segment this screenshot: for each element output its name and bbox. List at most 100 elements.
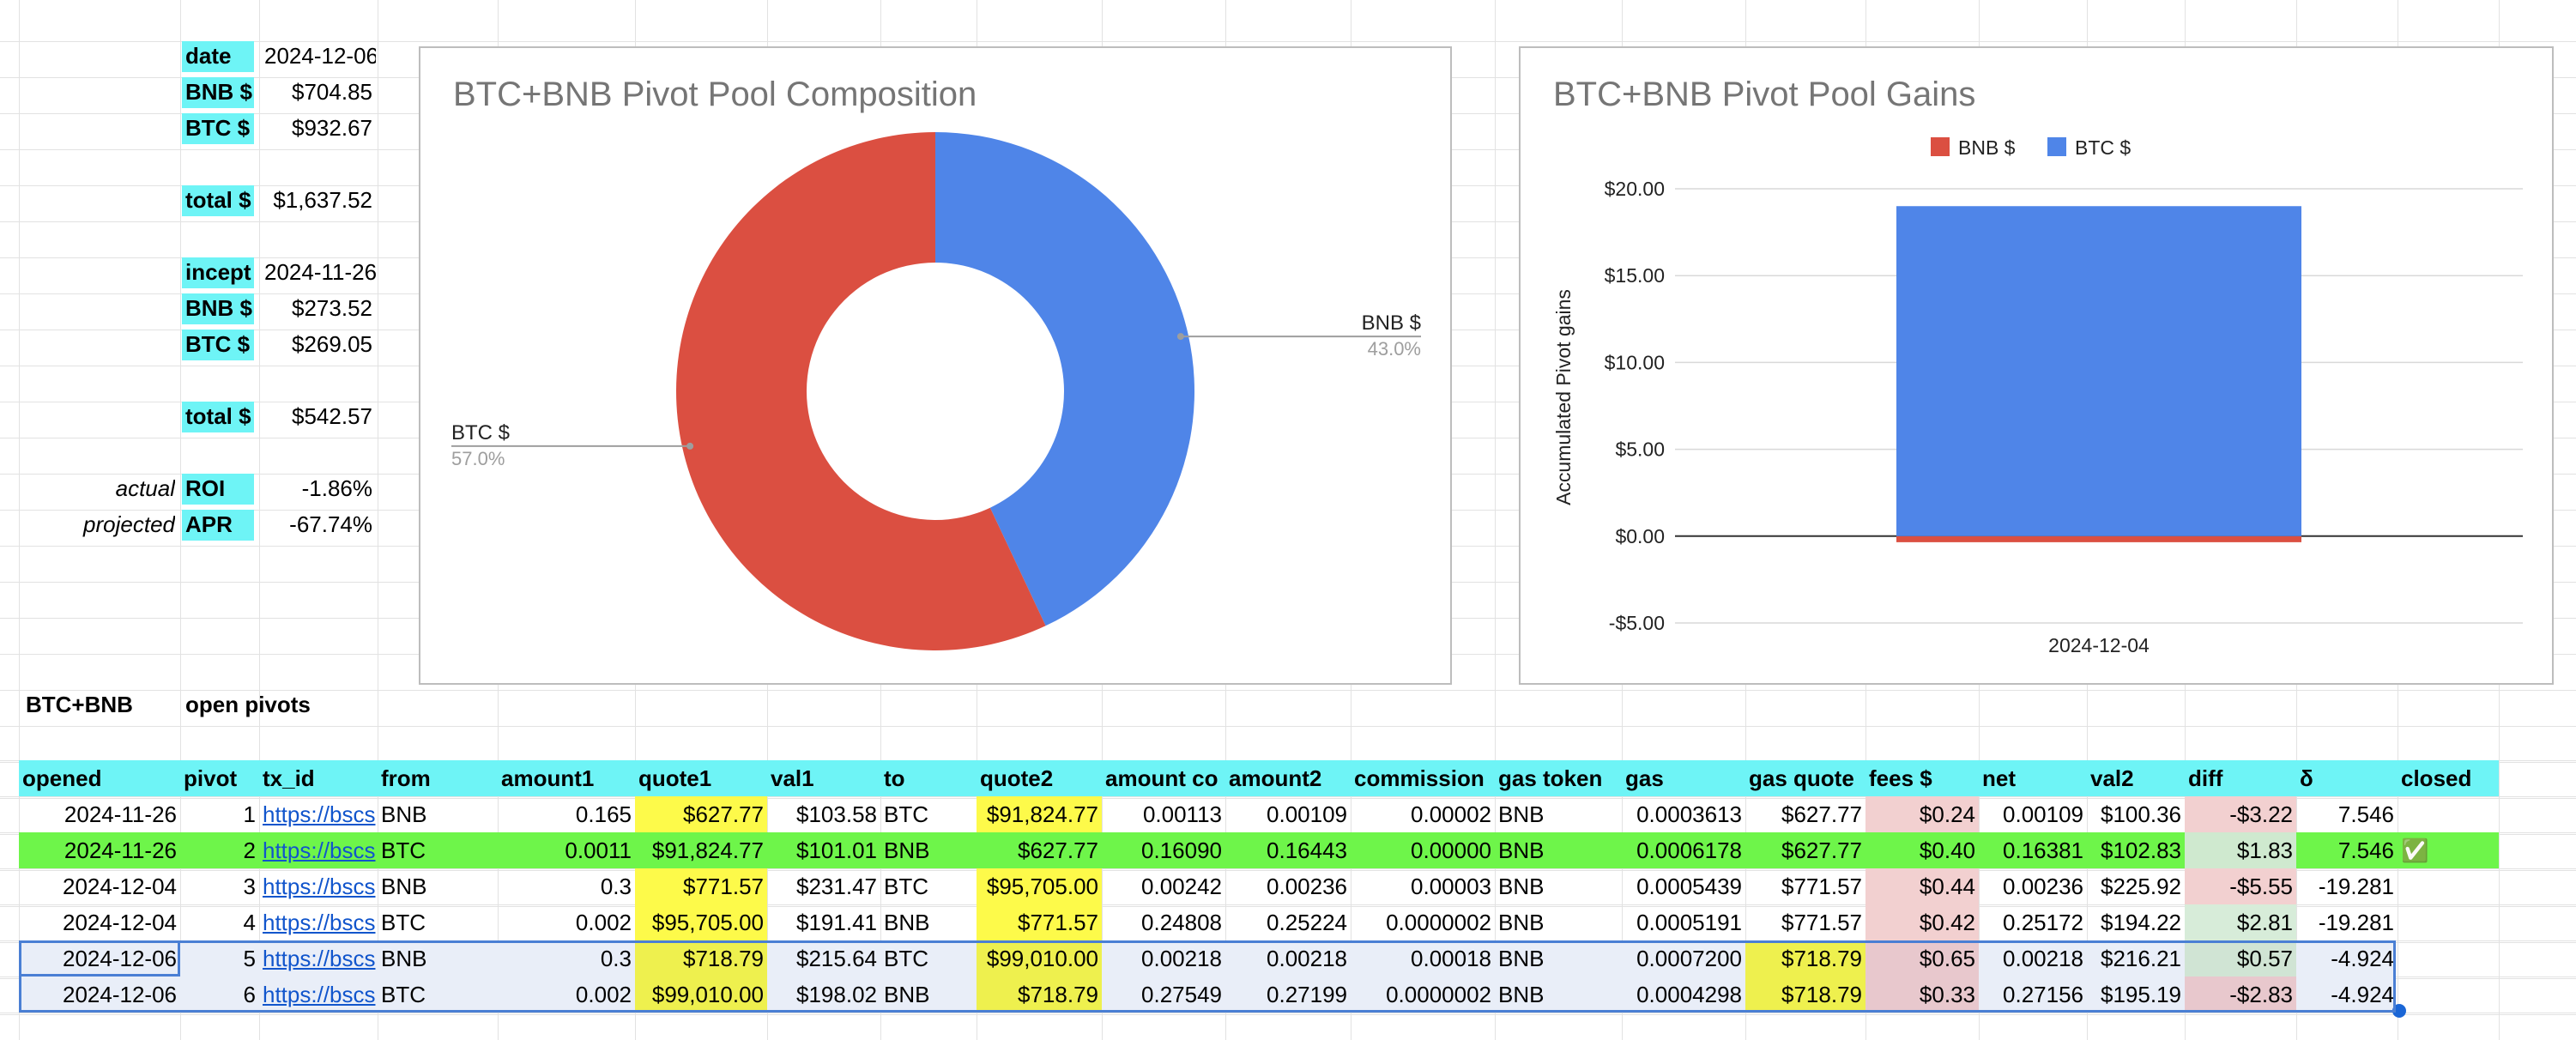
incept-value[interactable]: 2024-11-26 <box>263 257 376 288</box>
table-cell[interactable]: BNB <box>1495 832 1622 868</box>
closed-checkbox[interactable]: ✅ <box>2398 832 2499 868</box>
table-cell[interactable]: $718.79 <box>635 940 767 977</box>
table-cell[interactable]: $95,705.00 <box>977 868 1102 904</box>
table-cell[interactable]: $225.92 <box>2087 868 2185 904</box>
table-cell[interactable]: $627.77 <box>977 832 1102 868</box>
table-cell[interactable]: BNB <box>1495 977 1622 1013</box>
table-cell[interactable]: $103.58 <box>767 796 880 832</box>
table-cell[interactable]: 0.0007200 <box>1622 940 1745 977</box>
table-cell[interactable]: -19.281 <box>2296 868 2398 904</box>
table-cell[interactable]: $231.47 <box>767 868 880 904</box>
table-cell[interactable]: $771.57 <box>635 868 767 904</box>
gains-chart[interactable]: BTC+BNB Pivot Pool Gains $20.00 $15.00 $10… <box>1519 46 2554 685</box>
column-header[interactable]: quote1 <box>635 760 767 796</box>
table-cell[interactable]: $627.77 <box>1745 796 1865 832</box>
apr-value[interactable]: -67.74% <box>263 510 376 541</box>
table-cell[interactable]: 0.00242 <box>1102 868 1225 904</box>
table-cell[interactable]: BNB <box>378 868 498 904</box>
table-cell[interactable]: $771.57 <box>1745 868 1865 904</box>
column-header[interactable]: δ <box>2296 760 2398 796</box>
table-cell[interactable]: 0.0006178 <box>1622 832 1745 868</box>
table-cell[interactable]: 0.0003613 <box>1622 796 1745 832</box>
btc-value[interactable]: $932.67 <box>263 113 376 144</box>
column-header[interactable]: pivot <box>180 760 259 796</box>
table-cell[interactable]: BTC <box>378 832 498 868</box>
tx-link[interactable]: https://bscs <box>259 868 378 904</box>
table-cell[interactable]: BNB <box>1495 904 1622 940</box>
column-header[interactable]: to <box>880 760 977 796</box>
table-cell[interactable]: 0.00002 <box>1351 796 1495 832</box>
table-cell[interactable]: 0.3 <box>498 868 635 904</box>
table-cell[interactable]: 2024-12-06 <box>19 977 180 1013</box>
column-header[interactable]: opened <box>19 760 180 796</box>
tx-link[interactable]: https://bscs <box>259 904 378 940</box>
table-cell[interactable]: 0.27549 <box>1102 977 1225 1013</box>
table-cell[interactable]: $91,824.77 <box>635 832 767 868</box>
table-cell[interactable]: 0.002 <box>498 904 635 940</box>
table-cell[interactable]: 0.16090 <box>1102 832 1225 868</box>
composition-chart[interactable]: BTC+BNB Pivot Pool Composition BNB $43.0… <box>419 46 1452 685</box>
table-cell[interactable]: 2024-12-06 <box>19 940 180 977</box>
column-header[interactable]: fees $ <box>1865 760 1979 796</box>
table-cell[interactable]: $102.83 <box>2087 832 2185 868</box>
table-row[interactable]: 2024-12-06 5 https://bscs BNB 0.3 $718.79 $215… <box>19 940 2396 977</box>
column-header[interactable]: gas quote <box>1745 760 1865 796</box>
total-value[interactable]: $1,637.52 <box>263 185 376 216</box>
table-cell[interactable]: 0.00236 <box>1979 868 2087 904</box>
tx-link[interactable]: https://bscs <box>259 940 378 977</box>
table-cell[interactable]: $0.65 <box>1865 940 1979 977</box>
table-cell[interactable]: BTC <box>880 868 977 904</box>
table-cell[interactable]: 0.16443 <box>1225 832 1351 868</box>
table-cell[interactable]: 0.0005191 <box>1622 904 1745 940</box>
table-cell[interactable]: 0.00109 <box>1979 796 2087 832</box>
closed-checkbox[interactable] <box>2398 868 2499 904</box>
table-cell[interactable]: $0.40 <box>1865 832 1979 868</box>
table-cell[interactable]: $198.02 <box>767 977 880 1013</box>
table-cell[interactable]: BNB <box>1495 940 1622 977</box>
table-cell[interactable]: $0.44 <box>1865 868 1979 904</box>
table-cell[interactable]: 0.0000002 <box>1351 904 1495 940</box>
table-cell[interactable]: 0.25172 <box>1979 904 2087 940</box>
table-row[interactable]: 2024-12-04 4 https://bscs BTC 0.002 $95,705.0… <box>19 904 2396 940</box>
column-header[interactable]: gas <box>1622 760 1745 796</box>
table-cell[interactable]: $0.42 <box>1865 904 1979 940</box>
table-cell[interactable]: 0.00236 <box>1225 868 1351 904</box>
table-cell[interactable]: 1 <box>180 796 259 832</box>
table-cell[interactable]: 3 <box>180 868 259 904</box>
legend-label[interactable]: BNB $ <box>1958 136 2016 159</box>
bar-bnb[interactable] <box>1896 535 2301 542</box>
table-cell[interactable]: $0.24 <box>1865 796 1979 832</box>
table-cell[interactable]: $1.83 <box>2185 832 2296 868</box>
table-cell[interactable]: $0.33 <box>1865 977 1979 1013</box>
table-cell[interactable]: BNB <box>378 940 498 977</box>
date-value[interactable]: 2024-12-06 <box>263 41 376 72</box>
table-cell[interactable]: 0.27199 <box>1225 977 1351 1013</box>
table-cell[interactable]: -4.924 <box>2296 977 2398 1013</box>
table-cell[interactable]: BNB <box>880 904 977 940</box>
table-cell[interactable]: $194.22 <box>2087 904 2185 940</box>
table-cell[interactable]: $627.77 <box>1745 832 1865 868</box>
closed-checkbox[interactable] <box>2398 904 2499 940</box>
bar-btc[interactable] <box>1896 206 2301 536</box>
table-cell[interactable]: 2024-11-26 <box>19 796 180 832</box>
table-cell[interactable]: -$5.55 <box>2185 868 2296 904</box>
table-cell[interactable]: -4.924 <box>2296 940 2398 977</box>
column-header[interactable]: commission <box>1351 760 1495 796</box>
table-cell[interactable]: BTC <box>880 796 977 832</box>
column-header[interactable]: amount1 <box>498 760 635 796</box>
closed-checkbox[interactable] <box>2398 796 2499 832</box>
table-cell[interactable]: 0.0004298 <box>1622 977 1745 1013</box>
table-row[interactable]: 2024-12-04 3 https://bscs BNB 0.3 $771.57 $231… <box>19 868 2396 904</box>
column-header[interactable]: closed <box>2398 760 2499 796</box>
table-cell[interactable]: $100.36 <box>2087 796 2185 832</box>
table-cell[interactable]: 2024-11-26 <box>19 832 180 868</box>
table-cell[interactable]: $771.57 <box>977 904 1102 940</box>
table-cell[interactable]: 7.546 <box>2296 796 2398 832</box>
table-cell[interactable]: 0.3 <box>498 940 635 977</box>
table-cell[interactable]: BTC <box>880 940 977 977</box>
table-cell[interactable]: $195.19 <box>2087 977 2185 1013</box>
table-cell[interactable]: 0.00003 <box>1351 868 1495 904</box>
total-incept-value[interactable]: $542.57 <box>263 402 376 432</box>
table-cell[interactable]: BTC <box>378 977 498 1013</box>
table-cell[interactable]: $91,824.77 <box>977 796 1102 832</box>
